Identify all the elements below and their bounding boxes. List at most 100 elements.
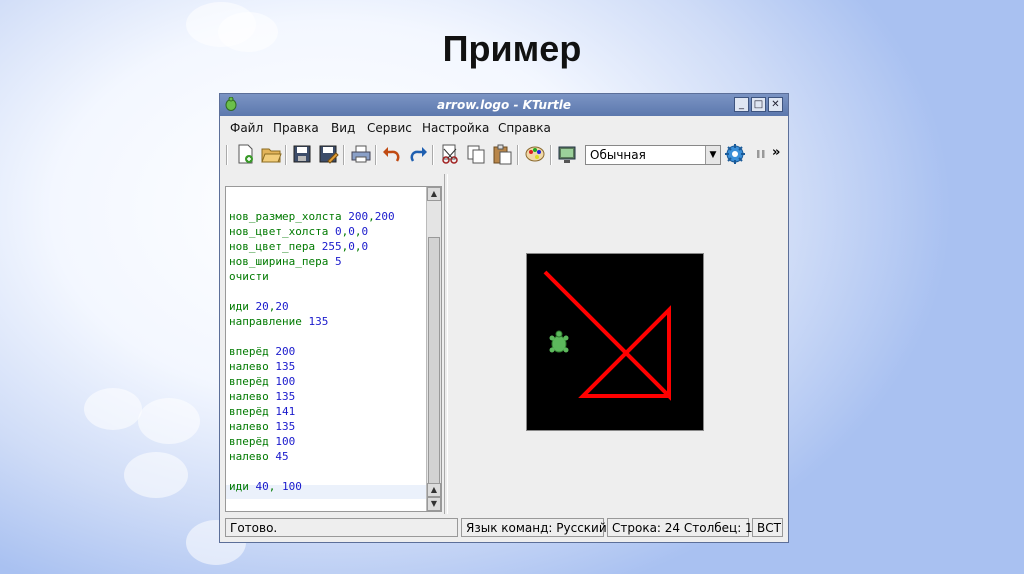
code-keyword: , xyxy=(268,480,282,493)
code-keyword: налево xyxy=(229,450,276,463)
code-number: 0 xyxy=(334,225,342,238)
code-keyword: налево xyxy=(229,390,276,403)
code-number: 100 xyxy=(275,375,296,388)
window-titlebar[interactable]: arrow.logo - KTurtle _ □ ✕ xyxy=(220,94,788,116)
code-line[interactable]: налево 135 xyxy=(229,420,295,433)
undo-icon[interactable] xyxy=(381,143,403,165)
status-insert-mode: ВСТ xyxy=(752,518,783,537)
panel-splitter[interactable] xyxy=(444,174,448,514)
code-number: 0 xyxy=(348,240,355,253)
pause-icon[interactable] xyxy=(750,143,772,165)
code-number: 200 xyxy=(275,345,296,358)
code-number: 100 xyxy=(282,480,302,493)
code-keyword: вперёд xyxy=(229,435,276,448)
status-language: Язык команд: Русский xyxy=(461,518,607,537)
code-number: 0 xyxy=(361,225,369,238)
code-line[interactable]: очисти xyxy=(229,270,269,283)
speed-select[interactable]: Обычная ▼ xyxy=(585,145,721,165)
pen-path xyxy=(543,270,671,401)
code-keyword: нов_размер_холста xyxy=(229,210,349,223)
menu-file[interactable]: Файл xyxy=(230,121,263,135)
turtle-drawing xyxy=(543,270,671,401)
status-message-text: Готово. xyxy=(230,521,278,535)
code-number: 135 xyxy=(275,360,296,373)
redo-icon[interactable] xyxy=(407,143,429,165)
code-number: 45 xyxy=(275,450,289,463)
code-line[interactable]: налево 45 xyxy=(229,450,289,463)
kturtle-window: arrow.logo - KTurtle _ □ ✕ Файл Правка В… xyxy=(219,93,789,543)
code-keyword: вперёд xyxy=(229,375,276,388)
code-number: 141 xyxy=(275,405,296,418)
code-line[interactable]: нов_цвет_пера 255,0,0 xyxy=(229,240,368,253)
save-icon[interactable] xyxy=(291,143,313,165)
maximize-button[interactable]: □ xyxy=(751,97,766,112)
print-icon[interactable] xyxy=(350,143,372,165)
close-button[interactable]: ✕ xyxy=(768,97,783,112)
code-line[interactable]: вперёд 200 xyxy=(229,345,295,358)
code-line[interactable]: иди 20,20 xyxy=(229,300,289,313)
toolbar-separator xyxy=(343,145,345,165)
turtle-canvas xyxy=(526,253,704,431)
code-line[interactable]: налево 135 xyxy=(229,390,295,403)
code-keyword: иди xyxy=(229,300,256,313)
color-picker-icon[interactable] xyxy=(524,143,546,165)
code-keyword: нов_ширина_пера xyxy=(229,255,335,268)
status-insert-mode-text: ВСТ xyxy=(757,521,781,535)
scroll-down-arrow-icon[interactable]: ▼ xyxy=(427,497,441,511)
toolbar-separator xyxy=(517,145,519,165)
code-editor[interactable]: нов_размер_холста 200,200 нов_цвет_холста… xyxy=(225,186,442,512)
scroll-up-arrow-icon[interactable]: ▲ xyxy=(427,187,441,201)
window-title: arrow.logo - KTurtle xyxy=(437,98,571,112)
status-cursor-position-text: Строка: 24 Столбец: 1 xyxy=(612,521,753,535)
save-as-icon[interactable] xyxy=(317,143,339,165)
copy-icon[interactable] xyxy=(465,143,487,165)
code-number: 20 xyxy=(275,300,289,313)
paste-icon[interactable] xyxy=(491,143,513,165)
chevron-down-icon[interactable]: ▼ xyxy=(705,146,720,164)
toolbar-separator xyxy=(285,145,287,165)
toolbar-separator xyxy=(432,145,434,165)
cut-icon[interactable] xyxy=(439,143,461,165)
turtle-icon xyxy=(549,330,569,353)
code-line[interactable]: вперёд 100 xyxy=(229,435,295,448)
minimize-button[interactable]: _ xyxy=(734,97,749,112)
code-line[interactable]: нов_размер_холста 200,200 xyxy=(229,210,395,223)
status-language-text: Язык команд: Русский xyxy=(466,521,607,535)
code-line[interactable]: налево 135 xyxy=(229,360,295,373)
open-folder-icon[interactable] xyxy=(260,143,282,165)
code-number: 135 xyxy=(275,420,296,433)
menu-tools[interactable]: Сервис xyxy=(367,121,412,135)
code-keyword: очисти xyxy=(229,270,269,283)
code-line[interactable]: вперёд 100 xyxy=(229,375,295,388)
menu-edit[interactable]: Правка xyxy=(273,121,319,135)
code-number: 200 xyxy=(348,210,369,223)
fullscreen-icon[interactable] xyxy=(556,143,578,165)
code-line[interactable]: вперёд 141 xyxy=(229,405,295,418)
code-keyword: вперёд xyxy=(229,345,276,358)
code-line[interactable]: направление 135 xyxy=(229,315,328,328)
code-keyword: налево xyxy=(229,360,276,373)
editor-scrollbar[interactable]: ▲ ▲ ▼ xyxy=(426,187,441,511)
code-number: 135 xyxy=(275,390,296,403)
menu-view[interactable]: Вид xyxy=(331,121,355,135)
menu-settings[interactable]: Настройка xyxy=(422,121,489,135)
toolbar-overflow-button[interactable]: » xyxy=(772,145,780,160)
toolbar-separator xyxy=(550,145,552,165)
code-number: 135 xyxy=(308,315,329,328)
slide-title: Пример xyxy=(442,28,582,69)
code-number: 0 xyxy=(361,240,369,253)
code-line[interactable]: иди 40, 100 xyxy=(229,480,302,493)
code-number: 40 xyxy=(255,480,269,493)
code-number: 100 xyxy=(275,435,296,448)
new-file-icon[interactable] xyxy=(234,143,256,165)
scroll-up-arrow-icon[interactable]: ▲ xyxy=(427,483,441,497)
code-line[interactable]: нов_ширина_пера 5 xyxy=(229,255,342,268)
menu-help[interactable]: Справка xyxy=(498,121,551,135)
speed-select-value: Обычная xyxy=(590,148,646,162)
toolbar-separator xyxy=(375,145,377,165)
code-keyword: нов_цвет_холста xyxy=(229,225,335,238)
code-number: 5 xyxy=(334,255,342,268)
scrollbar-thumb[interactable] xyxy=(428,237,440,493)
run-icon[interactable] xyxy=(724,143,746,165)
code-line[interactable]: нов_цвет_холста 0,0,0 xyxy=(229,225,368,238)
